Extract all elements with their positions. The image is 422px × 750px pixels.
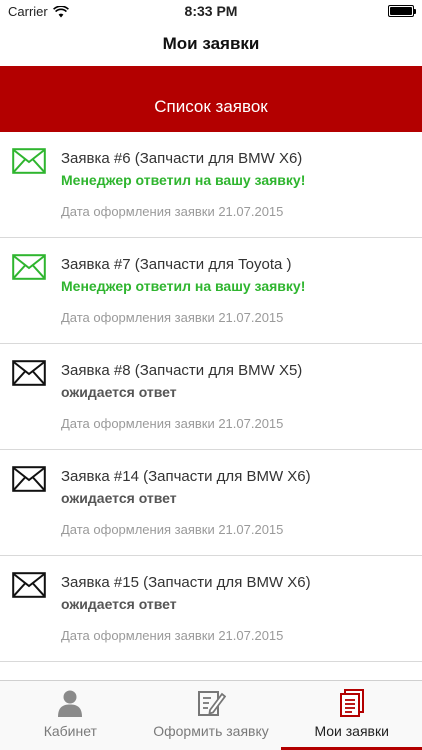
tab-cabinet[interactable]: Кабинет bbox=[0, 681, 141, 750]
request-date: Дата оформления заявки 21.07.2015 bbox=[61, 522, 284, 537]
tab-bar: Кабинет Оформить заявку Мои заявки bbox=[0, 680, 422, 750]
envelope-icon bbox=[12, 254, 46, 280]
request-list-item[interactable]: Заявка #6 (Запчасти для BMW X6) Менеджер … bbox=[0, 132, 422, 238]
tab-label: Оформить заявку bbox=[153, 723, 269, 739]
page-title: Мои заявки bbox=[162, 34, 260, 53]
request-list-item[interactable]: Заявка #8 (Запчасти для BMW X5) ожидается… bbox=[0, 344, 422, 450]
request-list: Заявка #6 (Запчасти для BMW X6) Менеджер … bbox=[0, 132, 422, 680]
request-title: Заявка #6 (Запчасти для BMW X6) bbox=[61, 150, 303, 167]
request-title: Заявка #15 (Запчасти для BMW X6) bbox=[61, 574, 311, 591]
request-status: ожидается ответ bbox=[61, 490, 177, 506]
section-header: Список заявок bbox=[0, 66, 422, 132]
documents-icon bbox=[337, 688, 367, 718]
tab-label: Кабинет bbox=[43, 723, 97, 739]
edit-form-icon bbox=[196, 688, 227, 718]
request-title: Заявка #7 (Запчасти для Toyota ) bbox=[61, 256, 292, 273]
request-list-item[interactable]: Заявка #7 (Запчасти для Toyota ) Менеджер… bbox=[0, 238, 422, 344]
request-status: ожидается ответ bbox=[61, 384, 177, 400]
status-time: 8:33 PM bbox=[184, 3, 238, 19]
battery-icon bbox=[388, 5, 416, 17]
user-icon bbox=[55, 688, 85, 718]
request-status: ожидается ответ bbox=[61, 596, 177, 612]
tab-my-requests[interactable]: Мои заявки bbox=[281, 681, 422, 750]
envelope-icon bbox=[12, 572, 46, 598]
request-date: Дата оформления заявки 21.07.2015 bbox=[61, 310, 284, 325]
tab-create-request[interactable]: Оформить заявку bbox=[141, 681, 282, 750]
envelope-icon bbox=[12, 360, 46, 386]
request-date: Дата оформления заявки 21.07.2015 bbox=[61, 628, 284, 643]
request-list-item[interactable]: Заявка #14 (Запчасти для BMW X6) ожидаетс… bbox=[0, 450, 422, 556]
request-status: Менеджер ответил на вашу заявку! bbox=[61, 278, 306, 294]
request-status: Менеджер ответил на вашу заявку! bbox=[61, 172, 306, 188]
envelope-icon bbox=[12, 466, 46, 492]
request-list-item[interactable]: Заявка #15 (Запчасти для BMW X6) ожидаетс… bbox=[0, 556, 422, 662]
request-title: Заявка #14 (Запчасти для BMW X6) bbox=[61, 468, 311, 485]
request-date: Дата оформления заявки 21.07.2015 bbox=[61, 204, 284, 219]
request-title: Заявка #8 (Запчасти для BMW X5) bbox=[61, 362, 303, 379]
tab-label: Мои заявки bbox=[314, 723, 389, 739]
envelope-icon bbox=[12, 148, 46, 174]
request-date: Дата оформления заявки 21.07.2015 bbox=[61, 416, 284, 431]
navigation-bar: Мои заявки bbox=[0, 22, 422, 66]
status-bar: Carrier 8:33 PM bbox=[0, 0, 422, 22]
